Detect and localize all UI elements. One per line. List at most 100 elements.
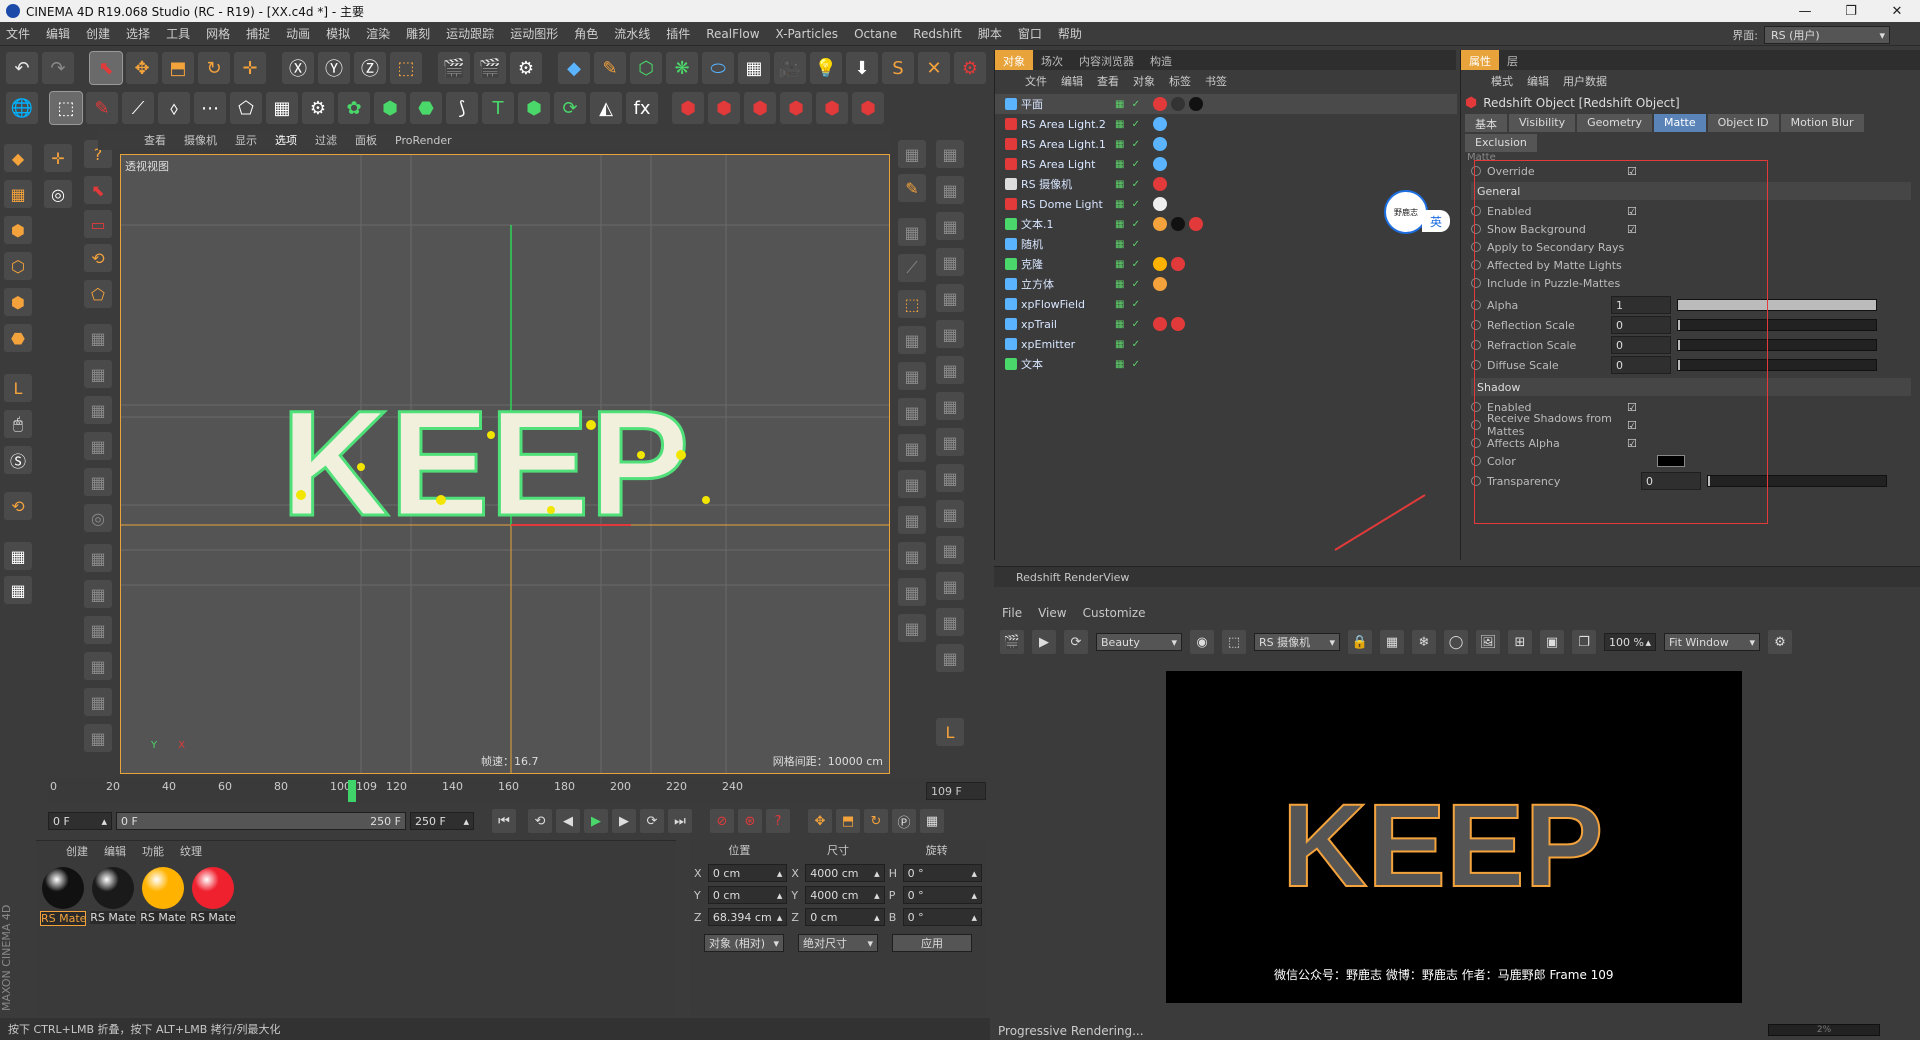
playhead-marker[interactable] <box>348 780 356 802</box>
polygons-mode-icon[interactable]: ▦ <box>266 92 298 124</box>
viewport-menu-item[interactable]: 面板 <box>355 132 377 148</box>
fracture-icon[interactable]: ✿ <box>338 92 370 124</box>
menu-item[interactable]: 插件 <box>666 25 690 42</box>
point-mode-icon[interactable]: ⬣ <box>4 324 32 352</box>
redshift-camera-icon[interactable]: ⬢ <box>780 92 812 124</box>
object-tag[interactable] <box>1153 177 1167 191</box>
edges-mode-icon[interactable]: ⬠ <box>230 92 262 124</box>
viewport-menu-item[interactable]: 显示 <box>235 132 257 148</box>
key-position-icon[interactable]: ✥ <box>808 809 832 833</box>
menu-item[interactable]: 运动跟踪 <box>446 25 494 42</box>
render-play-icon[interactable]: ▶ <box>1032 630 1056 654</box>
tab-exclusion[interactable]: Exclusion <box>1465 134 1537 152</box>
side-tool-20-icon[interactable]: ▦ <box>936 320 964 348</box>
grid-tool-h-icon[interactable]: ▦ <box>84 580 112 608</box>
object-tag[interactable] <box>1153 137 1167 151</box>
side-tool-17-icon[interactable]: ▦ <box>936 212 964 240</box>
side-tool-24-icon[interactable]: ▦ <box>936 464 964 492</box>
render-view-icon[interactable]: 🎬 <box>438 52 470 84</box>
plain-effector-icon[interactable]: ◭ <box>590 92 622 124</box>
material-menu-item[interactable]: 创建 <box>66 843 88 859</box>
attribute-menu-item[interactable]: 编辑 <box>1527 73 1549 89</box>
make-editable-icon[interactable]: ◆ <box>4 144 32 172</box>
object-row[interactable]: 随机 ▦ ✓ <box>995 234 1457 254</box>
redo-icon[interactable]: ↷ <box>42 52 74 84</box>
viewport-menu-item[interactable]: ProRender <box>395 134 452 147</box>
side-tool-16-icon[interactable]: ▦ <box>936 176 964 204</box>
visibility-flags[interactable]: ▦ ✓ <box>1115 139 1142 150</box>
weld-tool-icon[interactable]: ✎ <box>86 92 118 124</box>
menu-item[interactable]: Octane <box>854 27 897 41</box>
visibility-flags[interactable]: ▦ ✓ <box>1115 279 1142 290</box>
side-tool-22-icon[interactable]: ▦ <box>936 392 964 420</box>
object-tag[interactable] <box>1153 277 1167 291</box>
object-tag[interactable] <box>1189 217 1203 231</box>
material-swatch[interactable]: RS Mate <box>140 867 186 924</box>
grid-tool-d-icon[interactable]: ▦ <box>84 432 112 460</box>
snap-icon[interactable]: L <box>4 374 32 402</box>
lock-icon[interactable]: 🔒 <box>1348 630 1372 654</box>
attribute-menu-item[interactable]: 用户数据 <box>1563 73 1607 89</box>
menu-item[interactable]: X-Particles <box>776 27 839 41</box>
tab-1[interactable]: 对象 <box>995 50 1033 70</box>
key-scale-icon[interactable]: ⬒ <box>836 809 860 833</box>
poly-select-icon[interactable]: ⬠ <box>84 280 112 308</box>
menu-item[interactable]: 雕刻 <box>406 25 430 42</box>
side-tool-25-icon[interactable]: ▦ <box>936 500 964 528</box>
side-tool-29-icon[interactable]: ▦ <box>936 644 964 672</box>
side-tool-12-icon[interactable]: ▦ <box>898 542 926 570</box>
tab-4[interactable]: 构造 <box>1142 50 1180 70</box>
add-snapshot-icon[interactable]: ⊞ <box>1508 630 1532 654</box>
renderview-menu-item[interactable]: View <box>1038 606 1066 620</box>
snapshot-image-icon[interactable]: 🖼 <box>1476 630 1500 654</box>
deformer-icon[interactable]: ⬭ <box>702 52 734 84</box>
record-keys-icon[interactable]: ⊘ <box>710 809 734 833</box>
menu-item[interactable]: RealFlow <box>706 27 759 41</box>
object-row[interactable]: 文本 ▦ ✓ <box>995 354 1457 374</box>
apply-button[interactable]: 应用 <box>892 934 972 952</box>
size-y-field[interactable]: 4000 cm ▴ <box>805 886 885 904</box>
clapper-icon[interactable]: 🎬 <box>1000 630 1024 654</box>
crop-icon[interactable]: ⬚ <box>1222 630 1246 654</box>
visibility-flags[interactable]: ▦ ✓ <box>1115 159 1142 170</box>
material-menu-item[interactable]: 功能 <box>142 843 164 859</box>
next-key-icon[interactable]: ⟳ <box>640 809 664 833</box>
position-z-field[interactable]: 68.394 cm ▴ <box>707 908 788 926</box>
extrude-icon[interactable]: ⬢ <box>518 92 550 124</box>
sweep-icon[interactable]: ⟳ <box>554 92 586 124</box>
current-frame-field[interactable]: 109 F <box>926 782 986 800</box>
object-menu-item[interactable]: 对象 <box>1133 73 1155 89</box>
menu-item[interactable]: 动画 <box>286 25 310 42</box>
side-tool-6-icon[interactable]: ▦ <box>898 326 926 354</box>
redshift-dome-icon[interactable]: ⬢ <box>744 92 776 124</box>
object-tag[interactable] <box>1153 257 1167 271</box>
visibility-flags[interactable]: ▦ ✓ <box>1115 199 1142 210</box>
object-tag[interactable] <box>1189 97 1203 111</box>
prev-frame-icon[interactable]: ◀ <box>556 809 580 833</box>
camera-icon[interactable]: 🎥 <box>774 52 806 84</box>
prev-key-icon[interactable]: ⟲ <box>528 809 552 833</box>
next-frame-icon[interactable]: ▶ <box>612 809 636 833</box>
object-menu-item[interactable]: 书签 <box>1205 73 1227 89</box>
zoom-field[interactable]: 100 % ▴ <box>1604 633 1656 651</box>
pen-spline-icon[interactable]: ✎ <box>594 52 626 84</box>
go-to-start-icon[interactable]: ⏮ <box>492 809 516 833</box>
start-frame-field[interactable]: 0 F ▴ <box>48 812 112 830</box>
live-selection-icon[interactable]: ⬉ <box>89 51 123 85</box>
y-axis-lock-icon[interactable]: Ⓨ <box>318 52 350 84</box>
side-tool-5-icon[interactable]: ⬚ <box>898 290 926 318</box>
material-menu-item[interactable]: 编辑 <box>104 843 126 859</box>
grid-tool-a-icon[interactable]: ▦ <box>84 324 112 352</box>
side-tool-19-icon[interactable]: ▦ <box>936 284 964 312</box>
keyframe-selection-icon[interactable]: ? <box>766 809 790 833</box>
object-menu-item[interactable]: 编辑 <box>1061 73 1083 89</box>
rotation-h-field[interactable]: 0 ° ▴ <box>902 864 983 882</box>
object-tag[interactable] <box>1171 317 1185 331</box>
menu-item[interactable]: 模拟 <box>326 25 350 42</box>
object-tag[interactable] <box>1171 217 1185 231</box>
redshift-object-icon[interactable]: ⬢ <box>672 92 704 124</box>
property-tab[interactable]: Motion Blur <box>1780 114 1864 132</box>
grid-tool-b-icon[interactable]: ▦ <box>84 360 112 388</box>
object-tag[interactable] <box>1153 197 1167 211</box>
light-icon[interactable]: 💡 <box>810 52 842 84</box>
